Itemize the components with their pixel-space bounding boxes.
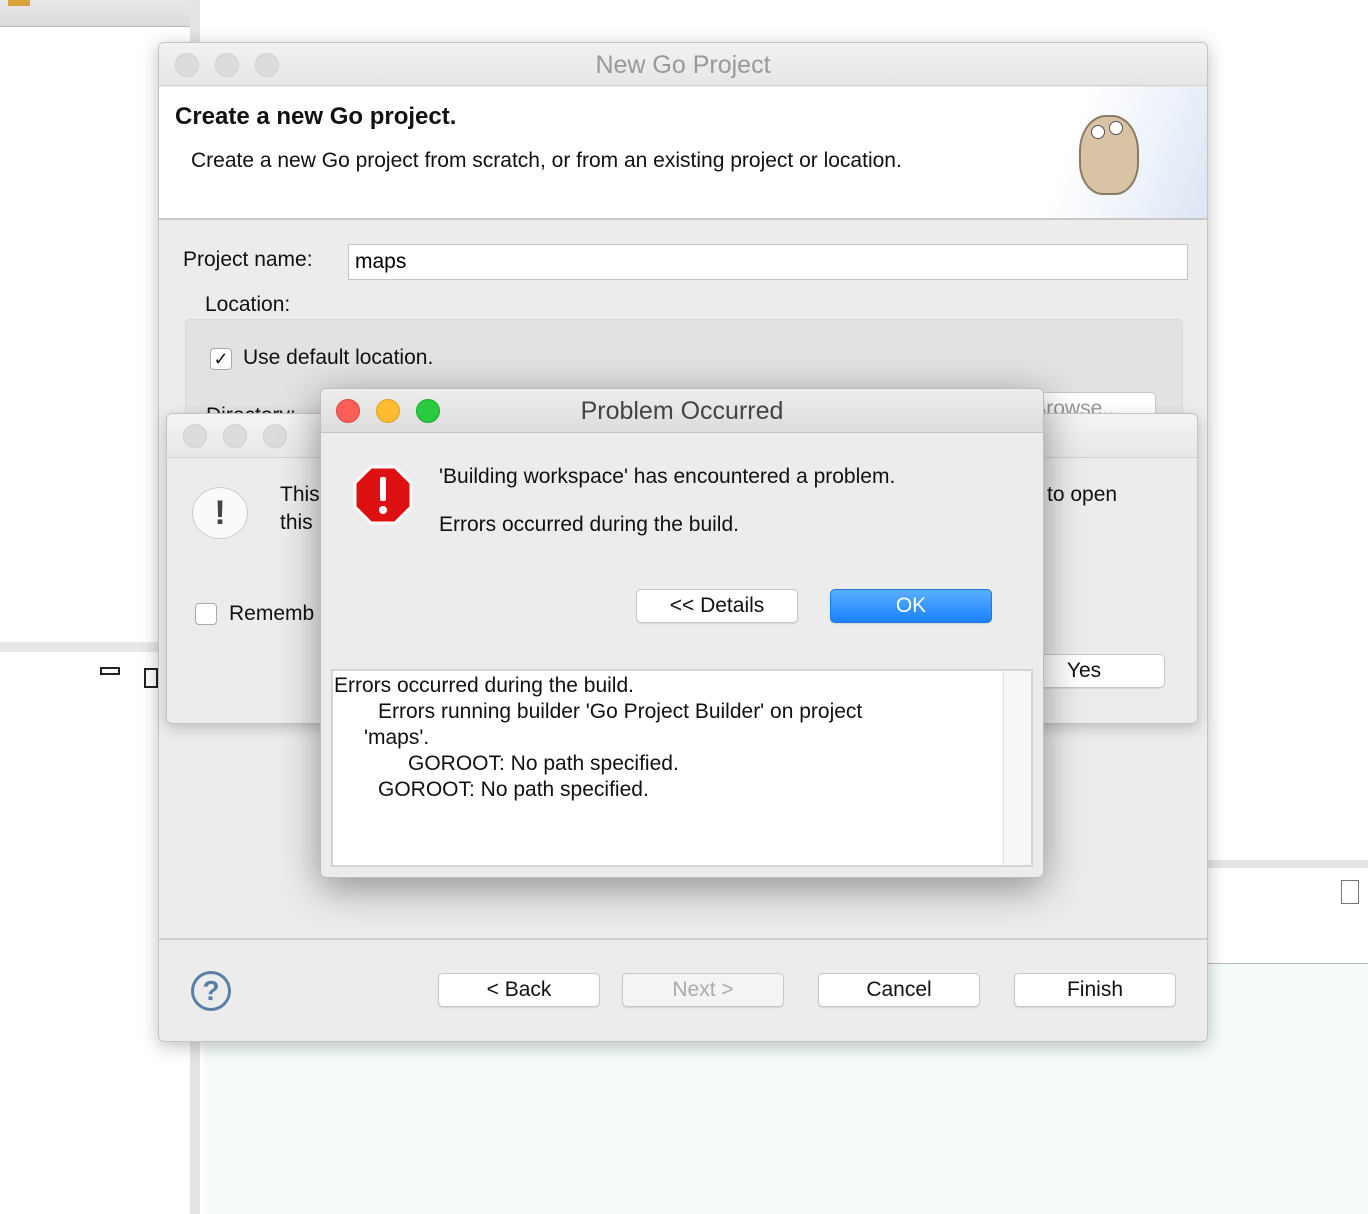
ide-toolbar-icon [8,0,30,6]
details-line: 'maps'. [364,726,430,749]
details-scrollbar[interactable] [1003,671,1031,865]
title-bar: New Go Project [159,43,1207,86]
header-banner: Create a new Go project. Create a new Go… [159,87,1207,220]
alert-icon: ! [192,487,248,539]
details-line: GOROOT: No path specified. [378,778,649,801]
window-title: New Go Project [595,51,771,79]
confirm-text-line1-end: to open [1047,483,1118,506]
use-default-label: Use default location. [243,346,434,369]
file-icon[interactable] [1341,880,1359,904]
use-default-checkbox[interactable]: ✓ [210,348,232,370]
dialog-title: Problem Occurred [580,397,784,425]
title-bar: Problem Occurred [321,389,1043,433]
confirm-text-line2: this [280,511,313,534]
details-line: GOROOT: No path specified. [408,752,679,775]
details-textarea[interactable]: Errors occurred during the build. Errors… [331,669,1033,867]
next-button[interactable]: Next > [622,973,784,1007]
close-button[interactable] [183,424,207,448]
details-line: Errors running builder 'Go Project Build… [378,700,863,723]
finish-button[interactable]: Finish [1014,973,1176,1007]
project-name-input[interactable] [348,244,1188,280]
minimize-button[interactable] [223,424,247,448]
page-title: Create a new Go project. [175,103,457,130]
maximize-icon[interactable] [144,668,158,688]
location-label: Location: [205,293,291,316]
help-icon[interactable]: ? [191,971,231,1011]
remember-label: Rememb [229,602,315,625]
cancel-button[interactable]: Cancel [818,973,980,1007]
project-name-label: Project name: [183,248,313,271]
button-bar-divider [159,938,1207,940]
gopher-logo [1079,115,1139,195]
details-button[interactable]: << Details [636,589,798,623]
ok-button[interactable]: OK [830,589,992,623]
minimize-icon[interactable] [100,667,120,675]
ide-right-divider [1208,860,1368,868]
zoom-button[interactable] [263,424,287,448]
remember-checkbox[interactable] [195,603,217,625]
error-message: 'Building workspace' has encountered a p… [439,465,896,488]
details-line: Errors occurred during the build. [334,674,634,697]
back-button[interactable]: < Back [438,973,600,1007]
error-icon [353,465,413,525]
error-detail: Errors occurred during the build. [439,513,739,536]
problem-dialog: Problem Occurred 'Building workspace' ha… [320,388,1044,878]
confirm-text-line1: This [280,483,320,506]
page-description: Create a new Go project from scratch, or… [191,149,902,172]
